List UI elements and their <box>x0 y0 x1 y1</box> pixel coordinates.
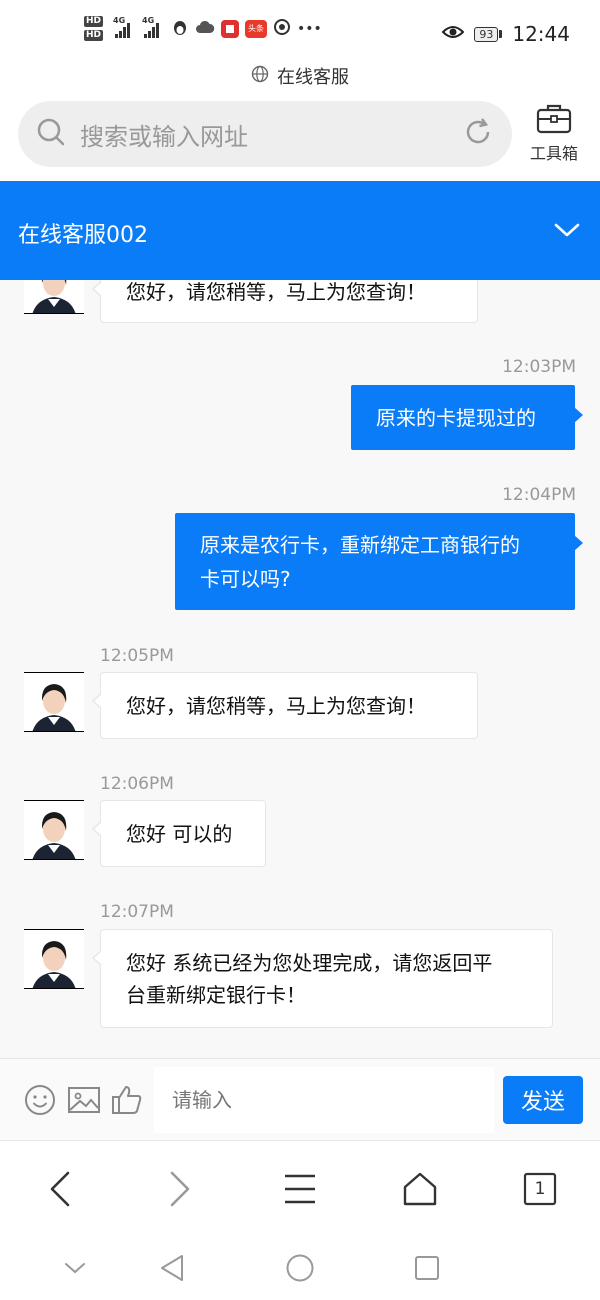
message-text-line-1: 您好 系统已经为您处理完成，请您返回平 <box>126 950 493 975</box>
system-recents-icon[interactable] <box>410 1251 444 1285</box>
chat-input-bar: 发送 <box>0 1058 600 1140</box>
message-time: 12:03PM <box>502 357 576 377</box>
vpn-icon <box>273 18 291 40</box>
thumbs-up-icon[interactable] <box>110 1083 144 1117</box>
status-right-icons: 93 12:44 <box>441 22 570 46</box>
system-nav-bar <box>0 1235 600 1300</box>
agent-avatar <box>24 672 84 732</box>
signal-icon-2: 4G <box>142 16 160 38</box>
message-time: 12:06PM <box>100 774 174 794</box>
message-input[interactable] <box>154 1067 494 1133</box>
more-notifications-icon: ••• <box>297 20 322 37</box>
agent-message-bubble: 您好 系统已经为您处理完成，请您返回平 台重新绑定银行卡！ <box>92 929 553 1028</box>
chevron-down-icon[interactable] <box>552 217 582 243</box>
page-title: 在线客服 <box>277 67 349 88</box>
image-icon[interactable] <box>67 1083 101 1117</box>
battery-icon: 93 <box>474 26 503 42</box>
message-list[interactable]: 您好，请您稍等，马上为您查询！ 12:03PM 原来的卡提现过的 12:04PM… <box>0 280 600 1058</box>
globe-icon <box>251 65 269 88</box>
tabs-button[interactable]: 1 <box>518 1167 562 1211</box>
signal-icon-1: 4G <box>113 16 131 38</box>
clock: 12:44 <box>512 22 570 46</box>
message-time: 12:07PM <box>100 902 174 922</box>
system-back-icon[interactable] <box>155 1251 189 1285</box>
user-message-bubble: 原来是农行卡，重新绑定工商银行的 卡可以吗? <box>175 513 583 610</box>
message-time: 12:04PM <box>502 485 576 505</box>
forward-icon[interactable] <box>158 1167 202 1211</box>
penguin-icon <box>171 18 189 40</box>
message-text: 您好，请您稍等，马上为您查询！ <box>126 693 426 718</box>
browser-nav-bar: 1 <box>0 1140 600 1235</box>
toutiao-app-icon: 头条 <box>245 19 268 38</box>
back-icon[interactable] <box>38 1167 82 1211</box>
agent-message-bubble: 您好 可以的 <box>92 800 266 867</box>
message-text: 原来的卡提现过的 <box>376 405 536 430</box>
agent-avatar <box>24 800 84 860</box>
collapse-nav-icon[interactable] <box>58 1251 92 1285</box>
book-app-icon <box>221 19 240 38</box>
status-bar: HD HD 4G 4G 头条 ••• 93 12:44 <box>0 0 600 60</box>
hd-badge-2: HD <box>84 30 104 41</box>
system-home-icon[interactable] <box>283 1251 317 1285</box>
toolbox-label: 工具箱 <box>529 144 578 163</box>
message-text-line-2: 卡可以吗? <box>200 566 291 591</box>
toolbox-button[interactable]: 工具箱 <box>522 102 586 166</box>
status-left-icons: HD HD 4G 4G 头条 ••• <box>84 16 322 41</box>
user-message-bubble: 原来的卡提现过的 <box>351 385 583 450</box>
hd-badge-1: HD <box>84 16 104 27</box>
search-input[interactable]: 搜索或输入网址 <box>80 117 462 152</box>
message-text-line-1: 原来是农行卡，重新绑定工商银行的 <box>200 532 520 557</box>
send-button[interactable]: 发送 <box>503 1076 583 1124</box>
menu-icon[interactable] <box>278 1167 322 1211</box>
search-icon <box>36 117 66 151</box>
agent-avatar <box>24 280 84 314</box>
eye-comfort-icon <box>441 24 465 44</box>
message-text: 您好 可以的 <box>126 821 233 846</box>
search-bar[interactable]: 搜索或输入网址 <box>18 101 512 167</box>
home-icon[interactable] <box>398 1167 442 1211</box>
hd-indicators: HD HD <box>84 16 104 41</box>
message-time: 12:05PM <box>100 646 174 666</box>
agent-message-bubble: 您好，请您稍等，马上为您查询！ <box>92 672 478 739</box>
agent-message-bubble: 您好，请您稍等，马上为您查询！ <box>92 280 478 323</box>
refresh-icon[interactable] <box>462 116 494 152</box>
cloud-icon <box>195 19 215 39</box>
agent-avatar <box>24 929 84 989</box>
toolbox-icon <box>536 104 572 138</box>
message-text-line-2: 台重新绑定银行卡！ <box>126 982 306 1007</box>
chat-title: 在线客服002 <box>18 223 148 248</box>
tab-count: 1 <box>534 1179 546 1199</box>
emoji-icon[interactable] <box>23 1083 57 1117</box>
message-text: 您好，请您稍等，马上为您查询！ <box>126 280 426 304</box>
chat-header: 在线客服002 <box>0 181 600 280</box>
page-title-row: 在线客服 <box>0 62 600 90</box>
